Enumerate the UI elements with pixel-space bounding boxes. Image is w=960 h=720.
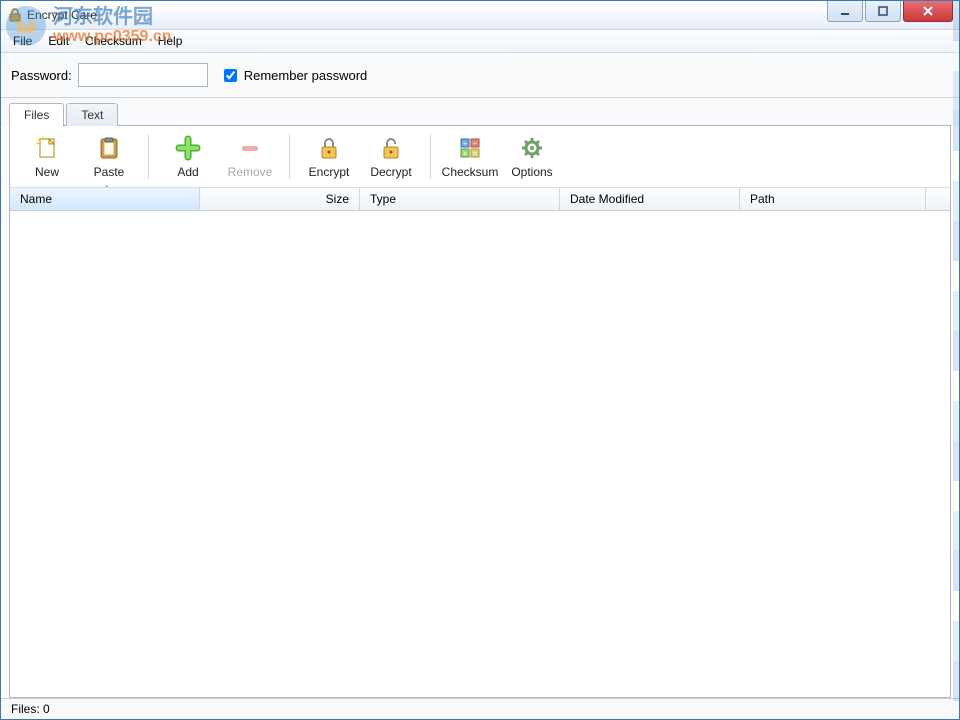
clipboard-icon (95, 134, 123, 162)
menu-help[interactable]: Help (150, 32, 191, 50)
tab-text[interactable]: Text (66, 103, 118, 126)
encrypt-label: Encrypt (309, 165, 350, 179)
remove-button[interactable]: Remove (219, 132, 281, 181)
minus-icon (236, 134, 264, 162)
options-button[interactable]: Options (501, 132, 563, 181)
column-size[interactable]: Size (200, 188, 360, 210)
new-file-icon (33, 134, 61, 162)
password-bar: Password: Remember password (1, 53, 959, 98)
close-button[interactable] (903, 1, 953, 22)
lock-closed-icon (315, 134, 343, 162)
encrypt-button[interactable]: Encrypt (298, 132, 360, 181)
lock-open-icon (377, 134, 405, 162)
checksum-label: Checksum (442, 165, 499, 179)
svg-text:+: + (463, 141, 467, 148)
app-icon (7, 7, 23, 23)
toolbar-separator (430, 135, 431, 179)
paste-button[interactable]: Paste (78, 132, 140, 181)
titlebar: Encrypt Care (1, 1, 959, 30)
menu-file[interactable]: File (5, 32, 40, 50)
minimize-button[interactable] (827, 1, 863, 22)
menu-edit[interactable]: Edit (40, 32, 77, 50)
new-label: New (35, 165, 59, 179)
checksum-button[interactable]: + − × = Checksum (439, 132, 501, 181)
svg-text:=: = (473, 151, 477, 158)
column-type[interactable]: Type (360, 188, 560, 210)
paste-label: Paste (94, 165, 125, 179)
password-label: Password: (11, 68, 72, 83)
toolbar: New Paste (10, 126, 950, 188)
options-label: Options (511, 165, 552, 179)
column-path[interactable]: Path (740, 188, 926, 210)
add-label: Add (177, 165, 198, 179)
column-headers: Name Size Type Date Modified Path (10, 188, 950, 211)
remove-label: Remove (228, 165, 273, 179)
decrypt-label: Decrypt (370, 165, 411, 179)
remember-password-label: Remember password (244, 68, 368, 83)
column-date-modified[interactable]: Date Modified (560, 188, 740, 210)
file-list[interactable] (10, 211, 950, 697)
window-title: Encrypt Care (27, 8, 97, 22)
window-controls (825, 1, 953, 22)
content-panel: New Paste (9, 126, 951, 698)
column-spacer (926, 188, 950, 210)
remember-password-checkbox[interactable] (224, 69, 237, 82)
maximize-button[interactable] (865, 1, 901, 22)
tab-strip: Files Text (1, 98, 959, 126)
status-files-count: Files: 0 (11, 702, 50, 716)
app-window: Encrypt Care File Edit Checksum Help (0, 0, 960, 720)
menu-checksum[interactable]: Checksum (77, 32, 150, 50)
plus-icon (174, 134, 202, 162)
password-input[interactable] (78, 63, 208, 87)
tab-files[interactable]: Files (9, 103, 64, 127)
new-button[interactable]: New (16, 132, 78, 181)
toolbar-separator (289, 135, 290, 179)
calculator-icon: + − × = (456, 134, 484, 162)
svg-text:−: − (473, 141, 477, 148)
toolbar-separator (148, 135, 149, 179)
status-bar: Files: 0 (1, 698, 959, 719)
column-name[interactable]: Name (10, 188, 200, 210)
gear-icon (518, 134, 546, 162)
add-button[interactable]: Add (157, 132, 219, 181)
decrypt-button[interactable]: Decrypt (360, 132, 422, 181)
menubar: File Edit Checksum Help (1, 30, 959, 53)
svg-text:×: × (463, 151, 467, 158)
